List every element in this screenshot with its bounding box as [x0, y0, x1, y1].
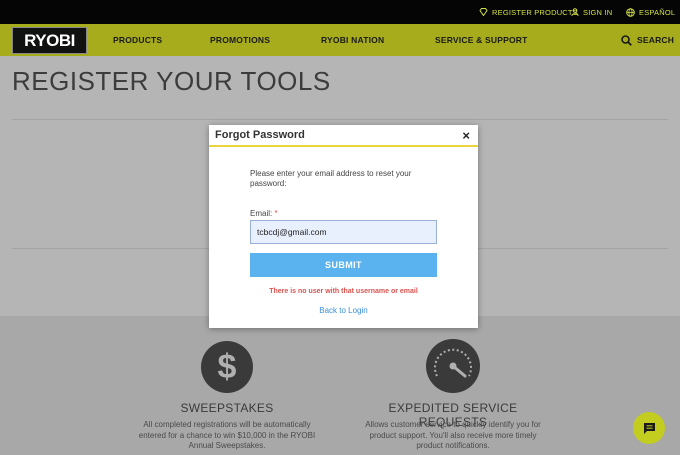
forgot-password-modal: Forgot Password × Please enter your emai…	[209, 125, 478, 328]
expedited-service-text-line: product support. You'll also receive mor…	[369, 430, 537, 440]
logo-text: RYOBI	[24, 30, 75, 50]
benefits-section: $ SWEEPSTAKES EXPEDITED SERVICE REQUESTS…	[0, 316, 680, 455]
search-label: SEARCH	[637, 35, 675, 45]
required-marker: *	[274, 209, 278, 218]
divider	[12, 119, 668, 120]
email-field[interactable]	[250, 220, 437, 244]
chat-icon	[643, 422, 655, 434]
svg-text:$: $	[218, 348, 237, 386]
register-products-label: REGISTER PRODUCTS	[492, 7, 578, 17]
user-icon	[571, 8, 579, 16]
globe-icon	[626, 7, 635, 17]
sweepstakes-text-line: All completed registrations will be auto…	[143, 420, 311, 429]
diamond-icon	[479, 8, 488, 16]
main-nav: RYOBI PRODUCTS PROMOTIONS RYOBI NATION S…	[0, 24, 680, 56]
back-to-login-link[interactable]: Back to Login	[209, 306, 478, 315]
expedited-service-text: Allows customer service to quickly ident…	[348, 420, 558, 452]
page-title: REGISTER YOUR TOOLS	[12, 66, 331, 96]
register-products-link[interactable]: REGISTER PRODUCTS	[479, 0, 578, 24]
sweepstakes-text-line: entered for a chance to win $10,000 in t…	[138, 430, 316, 440]
sign-in-label: SIGN IN	[583, 7, 613, 17]
modal-header: Forgot Password ×	[209, 125, 478, 147]
sweepstakes-title: SWEEPSTAKES	[180, 401, 274, 415]
sweepstakes-text-line: Annual Sweepstakes.	[188, 441, 266, 450]
search-icon	[621, 34, 632, 46]
close-icon[interactable]: ×	[462, 129, 470, 142]
nav-service-support[interactable]: SERVICE & SUPPORT	[435, 24, 528, 56]
nav-search[interactable]: SEARCH	[621, 24, 674, 56]
language-label: ESPAÑOL	[639, 7, 676, 17]
sweepstakes-text: All completed registrations will be auto…	[122, 420, 332, 452]
ryobi-logo[interactable]: RYOBI	[12, 27, 87, 54]
chat-button[interactable]	[633, 412, 665, 444]
language-link[interactable]: ESPAÑOL	[626, 0, 675, 24]
utility-bar: REGISTER PRODUCTS SIGN IN ESPAÑOL	[0, 0, 680, 24]
nav-ryobi-nation[interactable]: RYOBI NATION	[321, 24, 384, 56]
modal-title: Forgot Password	[215, 129, 305, 141]
expedited-service-text-line: Allows customer service to quickly ident…	[365, 420, 541, 429]
error-message: There is no user with that username or e…	[269, 288, 418, 295]
sign-in-link[interactable]: SIGN IN	[571, 0, 612, 24]
email-label: Email: *	[250, 209, 278, 218]
dollar-icon: $	[201, 341, 253, 393]
submit-button[interactable]: SUBMIT	[250, 253, 437, 277]
email-label-text: Email:	[250, 209, 273, 218]
speedometer-icon	[426, 339, 480, 393]
expedited-service-text-line: product notifications.	[416, 441, 490, 450]
nav-products[interactable]: PRODUCTS	[113, 24, 162, 56]
nav-promotions[interactable]: PROMOTIONS	[210, 24, 270, 56]
reset-instructions: Please enter your email address to reset…	[250, 169, 412, 188]
